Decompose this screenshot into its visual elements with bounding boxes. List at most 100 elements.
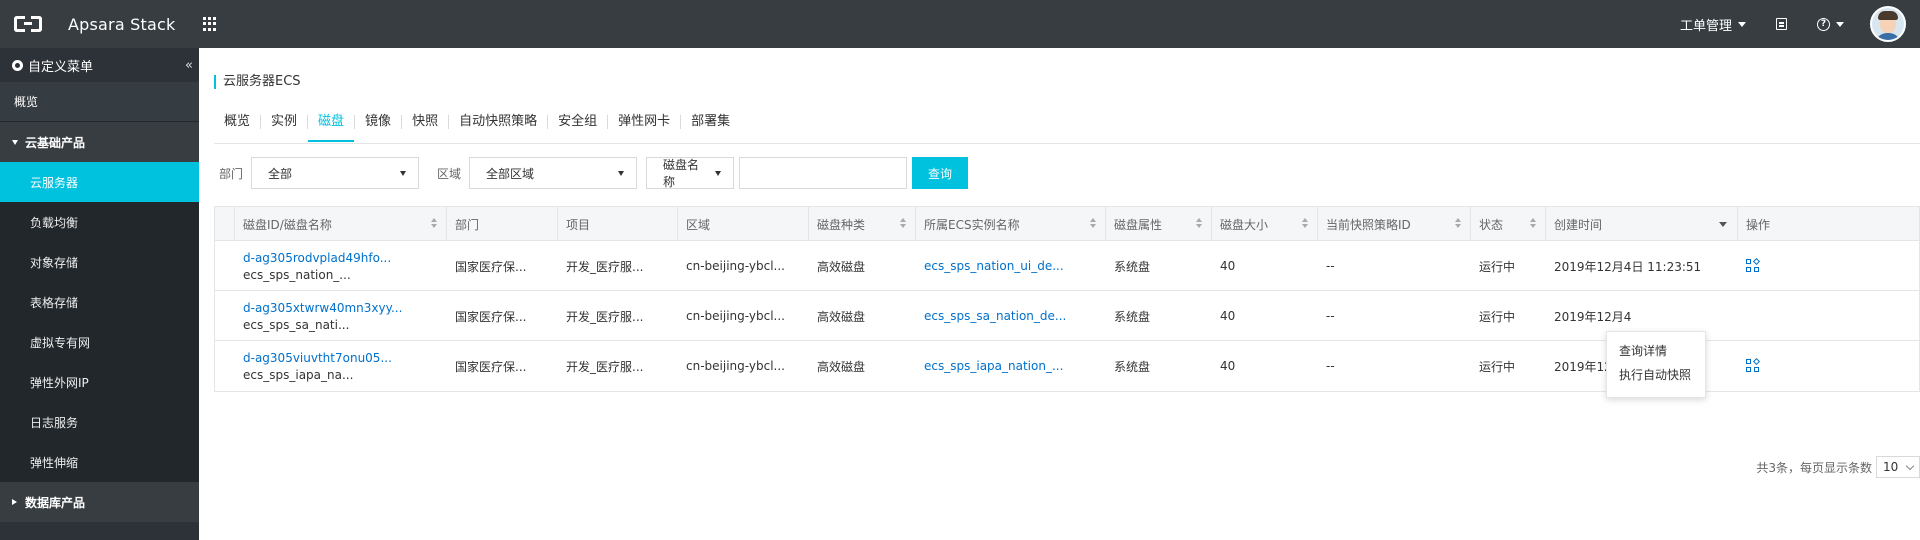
disk-id-cell: d-ag305xtwrw40mn3xyy... ecs_sps_sa_nati.… xyxy=(235,291,447,341)
sidebar-item-label: 虚拟专有网 xyxy=(30,335,91,350)
sort-icon[interactable] xyxy=(1455,218,1462,230)
sidebar-item-label: 云服务器 xyxy=(30,175,79,190)
column-header-created-time[interactable]: 创建时间 xyxy=(1546,207,1738,241)
sidebar-header[interactable]: 自定义菜单 « xyxy=(0,48,199,82)
tab-elastic-nic[interactable]: 弹性网卡 xyxy=(608,110,680,142)
search-field-select[interactable]: 磁盘名称 xyxy=(646,157,735,189)
sidebar-item-vpc[interactable]: 虚拟专有网 xyxy=(0,322,199,362)
snapshot-policy-cell: -- xyxy=(1326,359,1335,373)
tab-instances[interactable]: 实例 xyxy=(261,110,307,142)
column-header-project: 项目 xyxy=(558,207,678,241)
department-cell: 国家医疗保... xyxy=(455,309,527,324)
sort-icon[interactable] xyxy=(1196,218,1203,230)
column-header-disk-id[interactable]: 磁盘ID/磁盘名称 xyxy=(235,207,447,241)
gear-icon xyxy=(12,59,23,71)
actions-menu-icon[interactable] xyxy=(1746,357,1761,373)
region-select[interactable]: 全部区域 xyxy=(469,157,638,189)
ticket-management-label: 工单管理 xyxy=(1679,18,1732,34)
sidebar-item-slb[interactable]: 负载均衡 xyxy=(0,202,199,242)
tab-underline-divider xyxy=(214,143,1920,144)
sidebar-group-database[interactable]: 数据库产品 xyxy=(0,482,199,522)
collapse-sidebar-icon[interactable]: « xyxy=(185,58,193,73)
column-header-status[interactable]: 状态 xyxy=(1471,207,1546,241)
document-icon[interactable] xyxy=(1776,18,1787,30)
region-cell: cn-beijing-ybcl... xyxy=(686,259,785,273)
ecs-instance-cell: ecs_sps_sa_nation_de... xyxy=(916,291,1106,341)
department-select[interactable]: 全部 xyxy=(251,157,420,189)
menu-item-run-auto-snapshot[interactable]: 执行自动快照 xyxy=(1619,366,1705,390)
sort-icon[interactable] xyxy=(900,218,907,230)
sidebar-group-label: 数据库产品 xyxy=(25,495,86,510)
ecs-instance-link[interactable]: ecs_sps_sa_nation_de... xyxy=(924,309,1106,323)
sidebar-item-overview[interactable]: 概览 xyxy=(0,82,199,122)
sidebar-item-label: 日志服务 xyxy=(30,415,79,430)
column-header-disk-type[interactable]: 磁盘种类 xyxy=(809,207,916,241)
status-cell: 运行中 xyxy=(1479,359,1516,374)
tab-security-groups[interactable]: 安全组 xyxy=(548,110,607,142)
disk-id-link[interactable]: d-ag305viuvtht7onu05... xyxy=(243,351,447,365)
disk-name: ecs_sps_sa_nati... xyxy=(243,317,350,332)
tab-disks[interactable]: 磁盘 xyxy=(308,110,355,142)
sort-icon[interactable] xyxy=(1090,218,1097,230)
page-size-select[interactable]: 10 xyxy=(1876,456,1920,478)
disk-id-link[interactable]: d-ag305rodvplad49hfo... xyxy=(243,251,447,265)
tab-auto-snapshot-policy[interactable]: 自动快照策略 xyxy=(449,110,547,142)
sidebar-item-label: 弹性伸缩 xyxy=(30,455,79,470)
sort-icon[interactable] xyxy=(431,218,438,230)
sidebar-item-eip[interactable]: 弹性外网IP xyxy=(0,362,199,402)
disk-size-cell: 40 xyxy=(1220,359,1236,373)
disk-type-cell: 高效磁盘 xyxy=(817,359,866,374)
table-row: d-ag305rodvplad49hfo... ecs_sps_nation_.… xyxy=(215,241,1919,291)
disk-attribute-cell: 系统盘 xyxy=(1114,309,1151,324)
column-header-disk-size[interactable]: 磁盘大小 xyxy=(1212,207,1318,241)
sidebar: 自定义菜单 « 概览 云基础产品 云服务器 负载均衡 对象存储 表格存储 虚拟专… xyxy=(0,48,199,540)
top-bar: Apsara Stack 工单管理 ? xyxy=(0,0,1920,48)
disk-id-cell: d-ag305rodvplad49hfo... ecs_sps_nation_.… xyxy=(235,241,447,291)
tab-overview[interactable]: 概览 xyxy=(214,110,260,142)
sidebar-item-auto-scaling[interactable]: 弹性伸缩 xyxy=(0,442,199,482)
chevron-down-icon xyxy=(715,170,722,176)
project-cell: 开发_医疗服... xyxy=(566,309,644,324)
tab-snapshots[interactable]: 快照 xyxy=(402,110,448,142)
help-menu[interactable]: ? xyxy=(1817,17,1844,31)
tab-images[interactable]: 镜像 xyxy=(355,110,401,142)
chevron-down-icon xyxy=(400,170,407,176)
tab-deployment-sets[interactable]: 部署集 xyxy=(681,110,740,142)
ecs-instance-link[interactable]: ecs_sps_iapa_nation_... xyxy=(924,359,1106,373)
column-header-ecs-instance[interactable]: 所属ECS实例名称 xyxy=(916,207,1106,241)
chevron-down-icon xyxy=(1905,461,1915,470)
user-avatar[interactable] xyxy=(1870,6,1906,42)
disk-type-cell: 高效磁盘 xyxy=(817,259,866,274)
apsara-logo-icon[interactable] xyxy=(14,15,42,33)
disk-id-link[interactable]: d-ag305xtwrw40mn3xyy... xyxy=(243,301,447,315)
sidebar-item-table-store[interactable]: 表格存储 xyxy=(0,282,199,322)
query-button[interactable]: 查询 xyxy=(912,157,969,189)
sort-desc-icon[interactable] xyxy=(1719,222,1727,227)
sidebar-group-cloud-basic[interactable]: 云基础产品 xyxy=(0,122,199,162)
actions-cell xyxy=(1738,291,1919,341)
disk-size-cell: 40 xyxy=(1220,309,1236,323)
chevron-down-icon xyxy=(1836,21,1844,27)
sort-icon[interactable] xyxy=(1530,218,1537,230)
main-content: 云服务器ECS 概览 实例 磁盘 镜像 快照 自动快照策略 安全组 弹性网卡 部… xyxy=(199,48,1920,540)
sidebar-item-ecs[interactable]: 云服务器 xyxy=(0,162,199,202)
tab-bar: 概览 实例 磁盘 镜像 快照 自动快照策略 安全组 弹性网卡 部署集 xyxy=(214,110,740,142)
actions-menu-icon[interactable] xyxy=(1746,257,1761,273)
disk-name: ecs_sps_nation_... xyxy=(243,267,351,282)
actions-cell xyxy=(1738,341,1919,391)
ticket-management-menu[interactable]: 工单管理 xyxy=(1680,15,1746,34)
column-header-snapshot-policy[interactable]: 当前快照策略ID xyxy=(1318,207,1471,241)
sidebar-item-oss[interactable]: 对象存储 xyxy=(0,242,199,282)
menu-item-view-details[interactable]: 查询详情 xyxy=(1619,342,1705,366)
sort-icon[interactable] xyxy=(1302,218,1309,230)
search-input[interactable] xyxy=(739,157,908,189)
column-header-disk-attribute[interactable]: 磁盘属性 xyxy=(1106,207,1212,241)
pagination-summary: 共3条，每页显示条数 xyxy=(1756,460,1872,475)
pagination: 共3条，每页显示条数 10 xyxy=(1756,456,1920,478)
app-grid-icon[interactable] xyxy=(203,17,217,31)
disk-size-cell: 40 xyxy=(1220,259,1236,273)
sidebar-item-log-service[interactable]: 日志服务 xyxy=(0,402,199,442)
sidebar-item-label: 对象存储 xyxy=(30,255,79,270)
ecs-instance-link[interactable]: ecs_sps_nation_ui_de... xyxy=(924,259,1106,273)
page-size-value: 10 xyxy=(1883,460,1899,474)
